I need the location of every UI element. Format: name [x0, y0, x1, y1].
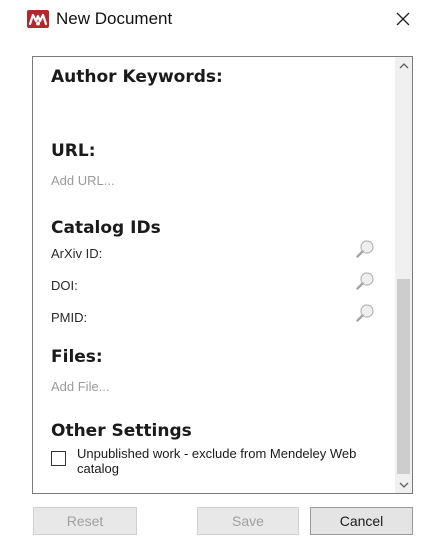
- files-heading: Files:: [51, 347, 103, 367]
- other-settings-heading: Other Settings: [51, 421, 192, 441]
- close-icon: [396, 12, 410, 26]
- magnifier-icon[interactable]: [355, 239, 375, 259]
- unpublished-checkbox[interactable]: [51, 451, 66, 466]
- magnifier-icon[interactable]: [355, 271, 375, 291]
- scroll-thumb[interactable]: [397, 279, 410, 474]
- catalog-ids-heading: Catalog IDs: [51, 218, 161, 238]
- close-button[interactable]: [387, 4, 419, 34]
- vertical-scrollbar[interactable]: [395, 57, 412, 493]
- window-title: New Document: [56, 9, 173, 28]
- doi-label: DOI:: [51, 278, 78, 293]
- title-bar: New Document: [0, 0, 421, 40]
- scroll-down-button[interactable]: [395, 476, 412, 493]
- save-button[interactable]: Save: [197, 507, 299, 535]
- details-scroll-content: Author Keywords: URL: Add URL... Catalog…: [33, 57, 395, 493]
- reset-button[interactable]: Reset: [33, 507, 137, 535]
- author-keywords-field[interactable]: [51, 91, 381, 137]
- scroll-up-button[interactable]: [395, 57, 412, 74]
- cancel-button[interactable]: Cancel: [310, 507, 413, 535]
- document-details-panel: Author Keywords: URL: Add URL... Catalog…: [32, 56, 413, 494]
- mendeley-logo-icon: [27, 10, 49, 28]
- unpublished-checkbox-label[interactable]: Unpublished work - exclude from Mendeley…: [77, 446, 377, 476]
- dialog-footer: Reset Save Cancel: [0, 494, 421, 541]
- magnifier-icon[interactable]: [355, 303, 375, 323]
- add-file-input[interactable]: Add File...: [51, 379, 110, 394]
- arxiv-id-label: ArXiv ID:: [51, 246, 103, 261]
- author-keywords-heading: Author Keywords:: [51, 67, 223, 87]
- add-url-input[interactable]: Add URL...: [51, 173, 115, 188]
- chevron-up-icon: [399, 62, 408, 68]
- url-heading: URL:: [51, 141, 96, 161]
- chevron-down-icon: [399, 482, 408, 488]
- pmid-label: PMID:: [51, 310, 88, 325]
